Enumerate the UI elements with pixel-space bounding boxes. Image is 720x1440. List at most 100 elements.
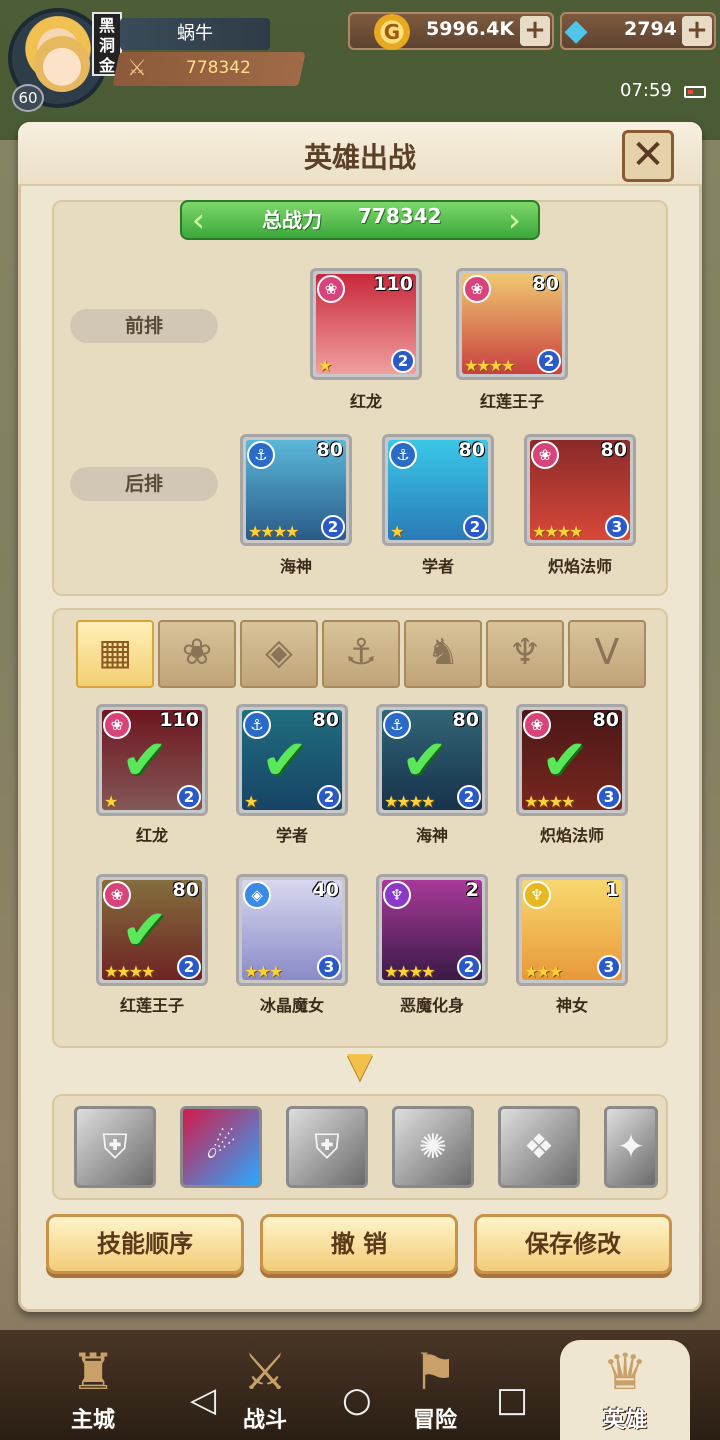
filter-tab-flower-icon[interactable]: ❀ <box>158 620 236 688</box>
hero-level: 80 <box>452 709 479 731</box>
scroll-down-arrow-icon[interactable]: ▼ <box>334 1048 386 1082</box>
water-skill-icon[interactable]: ☄ <box>180 1106 262 1188</box>
hero-stage-badge: 2 <box>463 515 487 539</box>
faction-icon: ⚓ <box>247 441 275 469</box>
gem-amount: 2794 <box>624 18 677 40</box>
hero-name: 红龙 <box>135 826 168 845</box>
hero-name: 红莲王子 <box>119 996 184 1015</box>
hero-stage-badge: 2 <box>177 785 201 809</box>
nav-item-swords[interactable]: ⚔ 战斗 <box>200 1340 330 1440</box>
front-row-label: 前排 <box>70 309 218 343</box>
nav-item-map[interactable]: ⚑ 冒险 <box>370 1340 500 1440</box>
nav-item-hero-crest[interactable]: ♛ 英雄 <box>560 1340 690 1440</box>
filter-tab-diamond-icon[interactable]: ◈ <box>240 620 318 688</box>
add-gold-button[interactable]: + <box>520 16 550 46</box>
hero-stars: ★ <box>104 792 118 811</box>
hero-crest-icon: ♛ <box>602 1343 648 1401</box>
add-gems-button[interactable]: + <box>682 16 712 46</box>
battery-icon <box>684 86 706 98</box>
hero-level: 2 <box>465 879 479 901</box>
hero-name: 神女 <box>555 996 588 1015</box>
hero-card[interactable]: ❀ 80 ★★★★ 2 ✔ <box>96 874 208 986</box>
hero-stage-badge: 2 <box>537 349 561 373</box>
system-back-icon[interactable]: ◁ <box>190 1380 216 1420</box>
status-clock: 07:59 <box>620 80 672 101</box>
hero-stars: ★ <box>318 356 332 375</box>
hero-stars: ★★★★ <box>524 792 575 811</box>
faction-icon: ❀ <box>317 275 345 303</box>
diamond-icon: ◆ <box>564 13 588 48</box>
faction-icon: ◈ <box>243 881 271 909</box>
hero-card[interactable]: ♆ 2 ★★★★ 2 <box>376 874 488 986</box>
hero-card[interactable]: ⚓ 80 ★★★★ 2 ✔ <box>376 704 488 816</box>
nav-label: 冒险 <box>412 1408 457 1433</box>
filter-tab-wing-icon[interactable]: V <box>568 620 646 688</box>
nav-label: 主城 <box>70 1408 115 1433</box>
hero-card[interactable]: ⚓ 80 ★ 2 <box>382 434 494 546</box>
chevron-right-icon: › <box>508 201 521 239</box>
hero-name: 学者 <box>421 557 454 576</box>
hero-stars: ★★★★ <box>464 356 515 375</box>
selected-checkmark-icon: ✔ <box>121 728 168 793</box>
hero-card[interactable]: ❀ 110 ★ 2 <box>310 268 422 380</box>
hero-stage-badge: 2 <box>457 785 481 809</box>
system-recents-icon[interactable]: □ <box>496 1380 528 1420</box>
shield-skill-icon[interactable]: ⛨ <box>74 1106 156 1188</box>
hero-name: 海神 <box>279 557 312 576</box>
hero-stars: ★★★★ <box>532 522 583 541</box>
hero-level: 80 <box>592 709 619 731</box>
player-power-value: 778342 <box>186 58 251 78</box>
hero-name: 海神 <box>415 826 448 845</box>
gold-amount: 5996.4K <box>426 18 515 40</box>
hero-level: 110 <box>373 273 413 295</box>
selected-checkmark-icon: ✔ <box>541 728 588 793</box>
faction-icon: ❀ <box>531 441 559 469</box>
hero-card[interactable]: ❀ 80 ★★★★ 3 ✔ <box>516 704 628 816</box>
dark-skill-icon[interactable]: ✦ <box>604 1106 658 1188</box>
hero-stars: ★★★ <box>244 962 283 981</box>
filter-tab-demon-icon[interactable]: ♆ <box>486 620 564 688</box>
hero-card[interactable]: ❀ 80 ★★★★ 2 <box>456 268 568 380</box>
avatar-face <box>34 36 90 92</box>
hero-card[interactable]: ❀ 80 ★★★★ 3 <box>524 434 636 546</box>
hero-card[interactable]: ⚓ 80 ★★★★ 2 <box>240 434 352 546</box>
close-button[interactable]: ✕ <box>622 130 674 182</box>
filter-tab-beast-icon[interactable]: ♞ <box>404 620 482 688</box>
hero-stage-badge: 2 <box>177 955 201 979</box>
hero-stars: ★ <box>390 522 404 541</box>
skill-order-button[interactable]: 技能顺序 <box>46 1214 244 1274</box>
save-changes-button[interactable]: 保存修改 <box>474 1214 672 1274</box>
hero-stars: ★ <box>244 792 258 811</box>
faction-icon: ❀ <box>463 275 491 303</box>
hero-stars: ★★★★ <box>248 522 299 541</box>
hero-name: 红莲王子 <box>479 392 544 411</box>
crystal-skill-icon[interactable]: ❖ <box>498 1106 580 1188</box>
hero-stage-badge: 3 <box>605 515 629 539</box>
player-name: 蜗牛 <box>120 18 270 50</box>
hero-level: 40 <box>312 879 339 901</box>
hero-name: 炽焰法师 <box>539 826 604 845</box>
hero-stage-badge: 2 <box>457 955 481 979</box>
shield-skill-icon[interactable]: ⛨ <box>286 1106 368 1188</box>
hero-card[interactable]: ⚓ 80 ★ 2 ✔ <box>236 704 348 816</box>
hero-card[interactable]: ◈ 40 ★★★ 3 <box>236 874 348 986</box>
hero-stage-badge: 3 <box>597 785 621 809</box>
hero-name: 炽焰法师 <box>547 557 612 576</box>
hero-card[interactable]: ❀ 110 ★ 2 ✔ <box>96 704 208 816</box>
system-home-icon[interactable]: ○ <box>342 1380 372 1420</box>
filter-tab-anchor-icon[interactable]: ⚓ <box>322 620 400 688</box>
undo-button[interactable]: 撤 销 <box>260 1214 458 1274</box>
hero-card[interactable]: ♆ 1 ★★★ 3 <box>516 874 628 986</box>
dialog-title: 英雄出战 <box>303 141 416 174</box>
hero-name: 红龙 <box>349 392 382 411</box>
filter-tab-grid-icon[interactable]: ▦ <box>76 620 154 688</box>
hero-name: 学者 <box>275 826 308 845</box>
hero-level: 80 <box>172 879 199 901</box>
nav-item-castle[interactable]: ♜ 主城 <box>28 1340 158 1440</box>
hero-level: 80 <box>600 439 627 461</box>
hero-name: 恶魔化身 <box>399 996 464 1015</box>
vortex-skill-icon[interactable]: ✺ <box>392 1106 474 1188</box>
hero-level: 80 <box>316 439 343 461</box>
swords-icon: ⚔ <box>242 1343 288 1401</box>
map-icon: ⚑ <box>412 1343 458 1401</box>
